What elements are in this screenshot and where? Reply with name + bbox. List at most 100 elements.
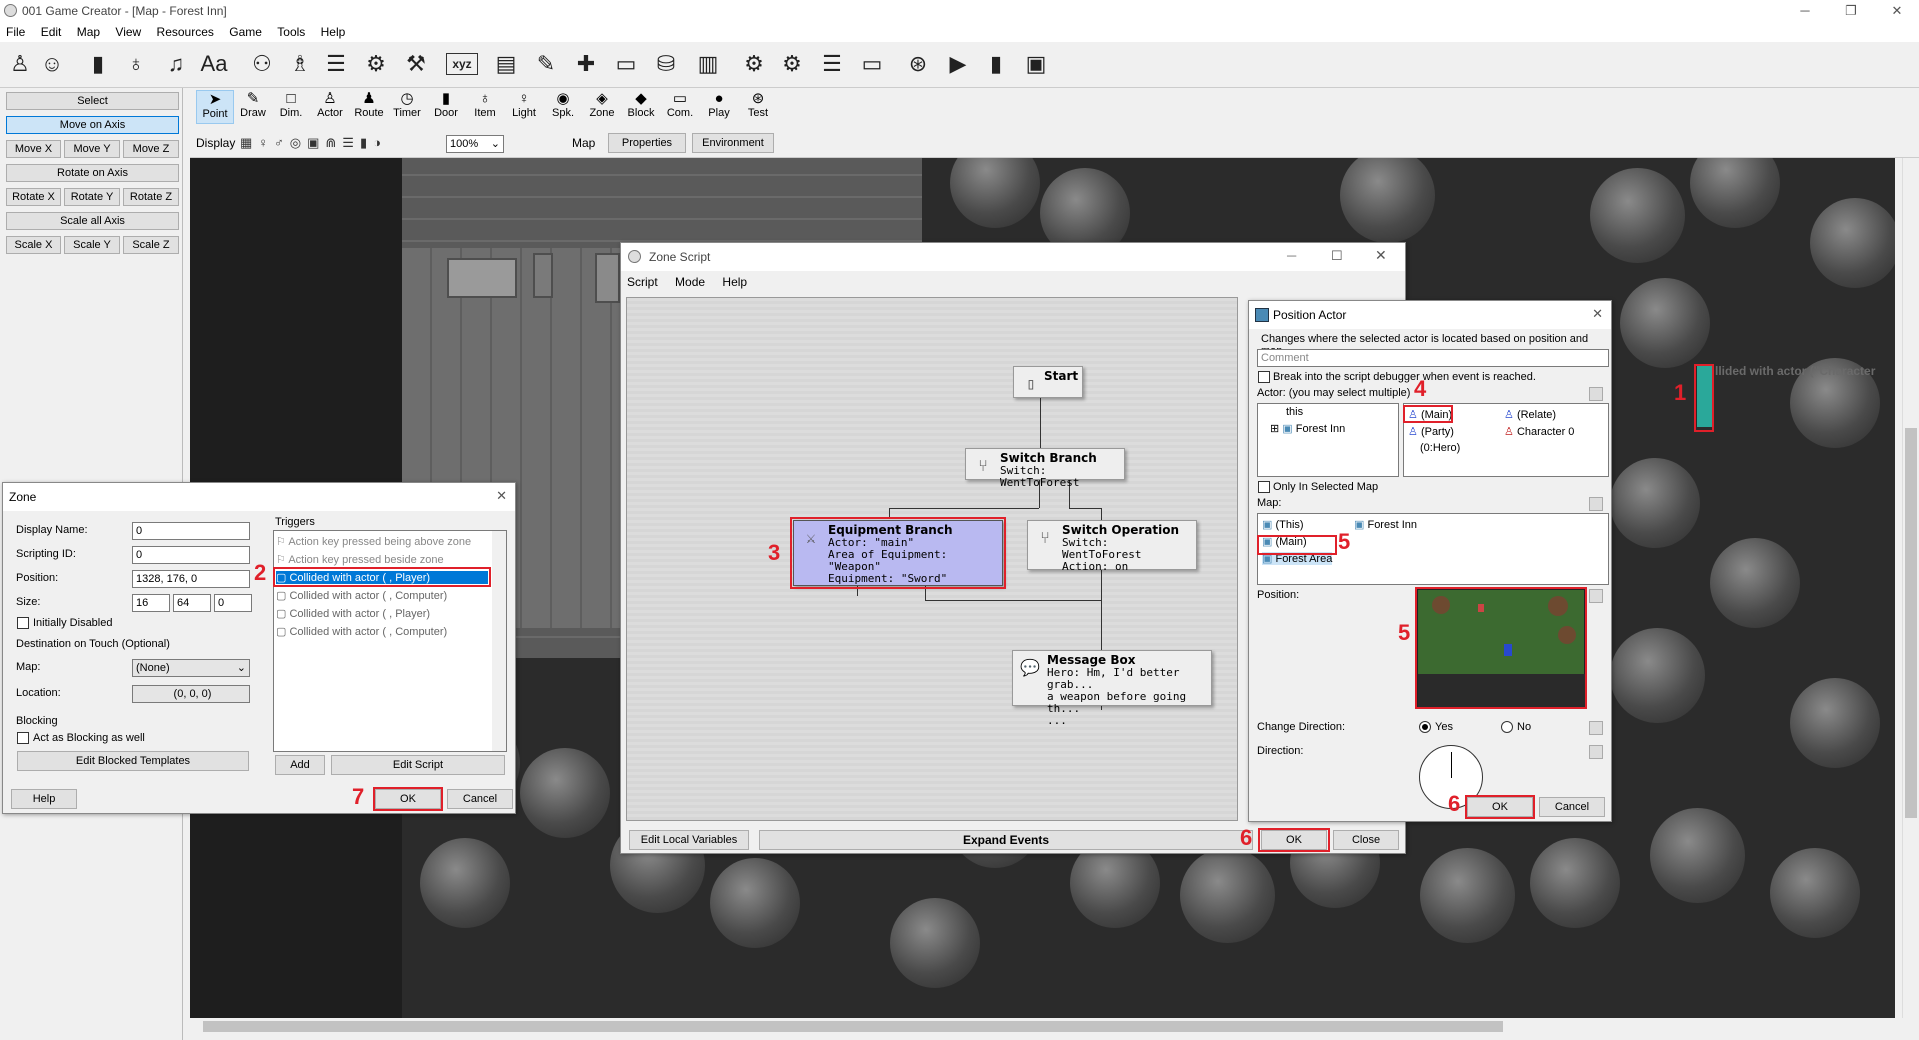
world-icon[interactable]: ⚙ bbox=[360, 48, 392, 80]
zone-cancel-button[interactable]: Cancel bbox=[447, 789, 513, 809]
tree-item-forest-inn[interactable]: ⊞ ▣ Forest Inn bbox=[1270, 422, 1345, 435]
destination-map-select[interactable]: (None) ⌄ bbox=[132, 659, 250, 677]
comment-field[interactable]: Comment bbox=[1257, 349, 1609, 367]
actor-item-hero[interactable]: (0:Hero) bbox=[1420, 442, 1460, 454]
trigger-item[interactable]: ⚐ Action key pressed beside zone bbox=[276, 553, 444, 566]
tool-block[interactable]: ◆ Block bbox=[622, 90, 660, 124]
menu-help[interactable]: Help bbox=[722, 275, 747, 289]
scale-all-axis-button[interactable]: Scale all Axis bbox=[6, 212, 179, 230]
actor-icon[interactable]: ☺ bbox=[36, 48, 68, 80]
no-radio[interactable] bbox=[1501, 721, 1513, 733]
film-reel-icon[interactable]: ⊛ bbox=[902, 48, 934, 80]
direction-variable-toggle[interactable] bbox=[1589, 745, 1603, 759]
close-icon[interactable]: ✕ bbox=[1592, 306, 1603, 322]
restore-button[interactable]: ❐ bbox=[1836, 2, 1866, 20]
maximize-button[interactable]: ☐ bbox=[1331, 248, 1343, 264]
font-icon[interactable]: Aa bbox=[198, 48, 230, 80]
map-label[interactable]: Map bbox=[572, 136, 595, 150]
move-on-axis-button[interactable]: Move on Axis bbox=[6, 116, 179, 134]
rotate-z-button[interactable]: Rotate Z bbox=[123, 188, 179, 206]
trigger-item[interactable]: ▢ Collided with actor ( , Player) bbox=[276, 607, 430, 620]
document-icon[interactable]: ▥ bbox=[692, 48, 724, 80]
player-icon[interactable]: ♙ bbox=[4, 48, 36, 80]
sheet-icon[interactable]: ▤ bbox=[490, 48, 522, 80]
item-bag-icon[interactable]: ♁ bbox=[120, 48, 152, 80]
video-play-icon[interactable]: ▶ bbox=[942, 48, 974, 80]
actor-item-relate[interactable]: ♙ (Relate) bbox=[1504, 408, 1556, 421]
tool-zone[interactable]: ◈ Zone bbox=[583, 90, 621, 124]
party-icon[interactable]: ⚇ bbox=[246, 48, 278, 80]
gamepad-icon[interactable]: ✚ bbox=[570, 48, 602, 80]
map-variable-toggle[interactable] bbox=[1589, 497, 1603, 511]
triggers-list[interactable]: ⚐ Action key pressed being above zone ⚐ … bbox=[273, 530, 507, 752]
trigger-item[interactable]: ▢ Collided with actor ( , Computer) bbox=[276, 625, 447, 638]
location-field[interactable]: (0, 0, 0) bbox=[132, 685, 250, 703]
tray-icon[interactable]: ▭ bbox=[610, 48, 642, 80]
notes-icon[interactable]: ✎ bbox=[530, 48, 562, 80]
character-icon[interactable]: ♗ bbox=[284, 48, 316, 80]
close-icon[interactable]: ✕ bbox=[1375, 247, 1387, 264]
menu-view[interactable]: View bbox=[109, 22, 147, 42]
menu-tools[interactable]: Tools bbox=[271, 22, 311, 42]
rotate-x-button[interactable]: Rotate X bbox=[6, 188, 61, 206]
tool-timer[interactable]: ◷ Timer bbox=[388, 90, 426, 124]
menu-map[interactable]: Map bbox=[71, 22, 106, 42]
map-vertical-scrollbar[interactable] bbox=[1902, 158, 1919, 1018]
save-disk-icon[interactable]: ▣ bbox=[1020, 48, 1052, 80]
menu-edit[interactable]: Edit bbox=[35, 22, 68, 42]
position-variable-toggle[interactable] bbox=[1589, 589, 1603, 603]
tool-door[interactable]: ▮ Door bbox=[427, 90, 465, 124]
menu-help[interactable]: Help bbox=[315, 22, 352, 42]
variables-icon[interactable]: xyz bbox=[446, 53, 478, 75]
move-x-button[interactable]: Move X bbox=[6, 140, 61, 158]
tool-point[interactable]: ➤ Point bbox=[196, 90, 234, 124]
message-box-node[interactable]: 💬 Message Box Hero: Hm, I'd better grab.… bbox=[1012, 650, 1212, 727]
tool-route[interactable]: ♟ Route bbox=[350, 90, 388, 124]
change-direction-variable-toggle[interactable] bbox=[1589, 721, 1603, 735]
list-icon[interactable]: ☰ bbox=[320, 48, 352, 80]
map-item-forest-inn[interactable]: ▣ Forest Inn bbox=[1354, 518, 1417, 531]
menu-script[interactable]: Script bbox=[627, 275, 658, 289]
database-icon[interactable]: ⛁ bbox=[650, 48, 682, 80]
size-height-field[interactable]: 64 bbox=[173, 594, 211, 612]
gear-icon[interactable]: ⚙ bbox=[738, 48, 770, 80]
add-trigger-button[interactable]: Add bbox=[275, 755, 325, 775]
menu-file[interactable]: File bbox=[0, 22, 31, 42]
gears-icon[interactable]: ⚙ bbox=[776, 48, 808, 80]
textbox-icon[interactable]: ▭ bbox=[856, 48, 888, 80]
map-item-this[interactable]: ▣ (This) bbox=[1262, 518, 1304, 531]
music-icon[interactable]: ♫ bbox=[160, 48, 192, 80]
triggers-scrollbar[interactable] bbox=[492, 531, 506, 751]
tool-draw[interactable]: ✎ Draw bbox=[234, 90, 272, 124]
move-y-button[interactable]: Move Y bbox=[64, 140, 120, 158]
start-node[interactable]: ▯ Start bbox=[1013, 366, 1083, 398]
rotate-on-axis-button[interactable]: Rotate on Axis bbox=[6, 164, 179, 182]
size-width-field[interactable]: 16 bbox=[132, 594, 170, 612]
tool-light[interactable]: ♀ Light bbox=[505, 90, 543, 124]
script-close-button[interactable]: Close bbox=[1333, 830, 1399, 850]
scripting-id-field[interactable]: 0 bbox=[132, 546, 250, 564]
only-selected-map-checkbox[interactable] bbox=[1258, 481, 1270, 493]
expand-events-button[interactable]: Expand Events bbox=[759, 830, 1253, 850]
edit-script-button[interactable]: Edit Script bbox=[331, 755, 505, 775]
help-button[interactable]: Help bbox=[11, 789, 77, 809]
position-actor-cancel-button[interactable]: Cancel bbox=[1539, 797, 1605, 817]
edit-blocked-templates-button[interactable]: Edit Blocked Templates bbox=[17, 751, 249, 771]
initially-disabled-checkbox[interactable] bbox=[17, 617, 29, 629]
tool-test[interactable]: ⊛ Test bbox=[739, 90, 777, 124]
tool-comment[interactable]: ▭ Com. bbox=[661, 90, 699, 124]
tree-item-this[interactable]: this bbox=[1286, 406, 1303, 418]
position-field[interactable]: 1328, 176, 0 bbox=[132, 570, 250, 588]
actor-tree[interactable]: this ⊞ ▣ Forest Inn bbox=[1257, 403, 1399, 477]
scale-x-button[interactable]: Scale X bbox=[6, 236, 61, 254]
trigger-item[interactable]: ⚐ Action key pressed being above zone bbox=[276, 535, 471, 548]
edit-local-variables-button[interactable]: Edit Local Variables bbox=[629, 830, 749, 850]
display-toggle-icons[interactable]: ▦♀♂◎▣⋒☰▮◑ bbox=[240, 135, 387, 151]
vertical-scroll-thumb[interactable] bbox=[1905, 428, 1917, 818]
actor-item-character-0[interactable]: ♙ Character 0 bbox=[1504, 425, 1574, 438]
act-blocking-checkbox[interactable] bbox=[17, 732, 29, 744]
close-icon[interactable]: ✕ bbox=[496, 488, 507, 504]
properties-button[interactable]: Properties bbox=[608, 133, 686, 153]
close-button[interactable]: ✕ bbox=[1882, 2, 1912, 20]
tool-play[interactable]: ● Play bbox=[700, 90, 738, 124]
